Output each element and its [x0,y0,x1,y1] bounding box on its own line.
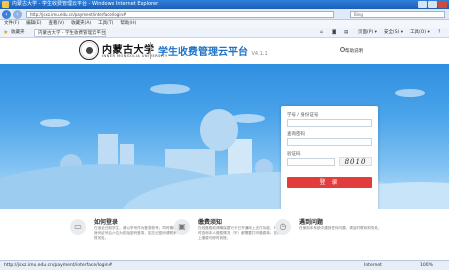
status-url: http://jsxz.imu.edu.cn/payment/interface… [4,263,113,268]
password-input[interactable] [287,138,372,146]
university-seal-logo [79,40,99,60]
app-title: 学生收费管理云平台 V4.1.1 [158,43,268,58]
cloud [40,119,70,127]
login-form: 学号 / 身份证号 查询密码 验证码 8010 登 录 [281,106,378,209]
address-bar: ‹ › http://jsxz.imu.edu.cn/payment/inter… [0,9,449,20]
safety-menu[interactable]: 安全(S) ▾ [384,28,403,38]
close-button[interactable] [438,1,447,8]
url-input[interactable]: http://jsxz.imu.edu.cn/payment/interface… [26,11,334,18]
feature-problems: ◷ 遇到问题 在使用本系统中遇到任何问题，请及时联系财务处。 [275,217,385,259]
header-divider [150,42,151,59]
minimize-button[interactable] [418,1,427,8]
username-label: 学号 / 身份证号 [287,113,319,118]
box-icon: ▣ [174,219,190,235]
feature-text: 在线缴费前请确保银行卡已开通网上支付功能，可随时查询本人缴费情况（不）都需要打印… [198,226,281,241]
captcha-label: 验证码 [287,152,301,157]
login-button[interactable]: 登 录 [287,177,372,188]
menu-bar: 文件(F) 编辑(E) 查看(V) 收藏夹(A) 工具(T) 帮助(H) [0,20,449,28]
clock-icon: ◷ [275,219,291,235]
page-menu[interactable]: 页面(P) ▾ [358,28,377,38]
captcha-image[interactable]: 8010 [339,157,372,166]
status-bar: http://jsxz.imu.edu.cn/payment/interface… [0,260,449,270]
captcha-input[interactable] [287,158,335,166]
window-controls [418,1,447,8]
feature-title: 遇到问题 [299,219,324,226]
password-label: 查询密码 [287,132,305,137]
cloud [150,84,190,94]
cloud [395,89,425,97]
home-icon[interactable]: ⌂ [320,28,323,38]
browser-tab[interactable]: 内蒙古大学 - 学生收费管理云平台 [34,29,106,37]
feature-section: ▭ 如何登录 在读全日制学生，请以学号作为登录账号；同时确认身份证号后六位为初始… [0,209,449,260]
menu-help[interactable]: 帮助(H) [120,20,136,28]
feature-how-to-login: ▭ 如何登录 在读全日制学生，请以学号作为登录账号；同时确认身份证号后六位为初始… [70,217,180,259]
back-icon[interactable]: ‹ [2,10,11,19]
feature-title: 缴费须知 [198,219,223,226]
menu-edit[interactable]: 编辑(E) [26,20,41,28]
help-menu[interactable]: ? [438,28,440,38]
feature-text: 在使用本系统中遇到任何问题，请及时联系财务处。 [299,226,382,230]
menu-view[interactable]: 查看(V) [48,20,64,28]
app-version: V4.1.1 [251,51,268,57]
web-page: 内蒙古大学 INNER MONGOLIA UNIVERSITY 学生收费管理云平… [0,38,449,260]
menu-tools[interactable]: 工具(T) [98,20,113,28]
user-card-icon: ▭ [70,219,86,235]
site-header: 内蒙古大学 INNER MONGOLIA UNIVERSITY 学生收费管理云平… [0,38,449,64]
print-icon[interactable]: ▤ [344,28,348,38]
window-title: 内蒙古大学 - 学生收费管理云平台 - Windows Internet Exp… [12,1,159,7]
forward-icon[interactable]: › [13,10,22,19]
ie-icon [2,1,9,8]
tools-menu[interactable]: 工具(O) ▾ [410,28,430,38]
menu-file[interactable]: 文件(F) [4,20,19,28]
menu-favorites[interactable]: 收藏夹(A) [71,20,91,28]
rss-icon[interactable]: ◙ [332,28,336,38]
feature-title: 如何登录 [94,219,119,226]
search-input[interactable]: Bing [350,11,445,18]
feature-payment-notice: ▣ 缴费须知 在线缴费前请确保银行卡已开通网上支付功能，可随时查询本人缴费情况（… [174,217,284,259]
window-title-bar: 内蒙古大学 - 学生收费管理云平台 - Windows Internet Exp… [0,0,449,9]
help-link[interactable]: 帮助说明 [345,48,363,54]
app-title-text: 学生收费管理云平台 [158,47,248,58]
feature-text: 在读全日制学生，请以学号作为登录账号；同时确认身份证号后六位为初始密码登录，如忘… [94,226,177,241]
hero-banner: 学号 / 身份证号 查询密码 验证码 8010 登 录 [0,64,449,209]
favorites-bar: ★ 收藏夹 内蒙古大学 - 学生收费管理云平台 ⌂ ◙ ▤ 页面(P) ▾ 安全… [0,28,449,38]
tree [200,109,238,151]
security-zone: Internet [364,263,382,268]
favorites-button[interactable]: 收藏夹 [11,28,25,38]
username-input[interactable] [287,119,372,127]
favorites-star-icon[interactable]: ★ [3,28,8,38]
zoom-level[interactable]: 100% [420,261,433,270]
maximize-button[interactable] [428,1,437,8]
